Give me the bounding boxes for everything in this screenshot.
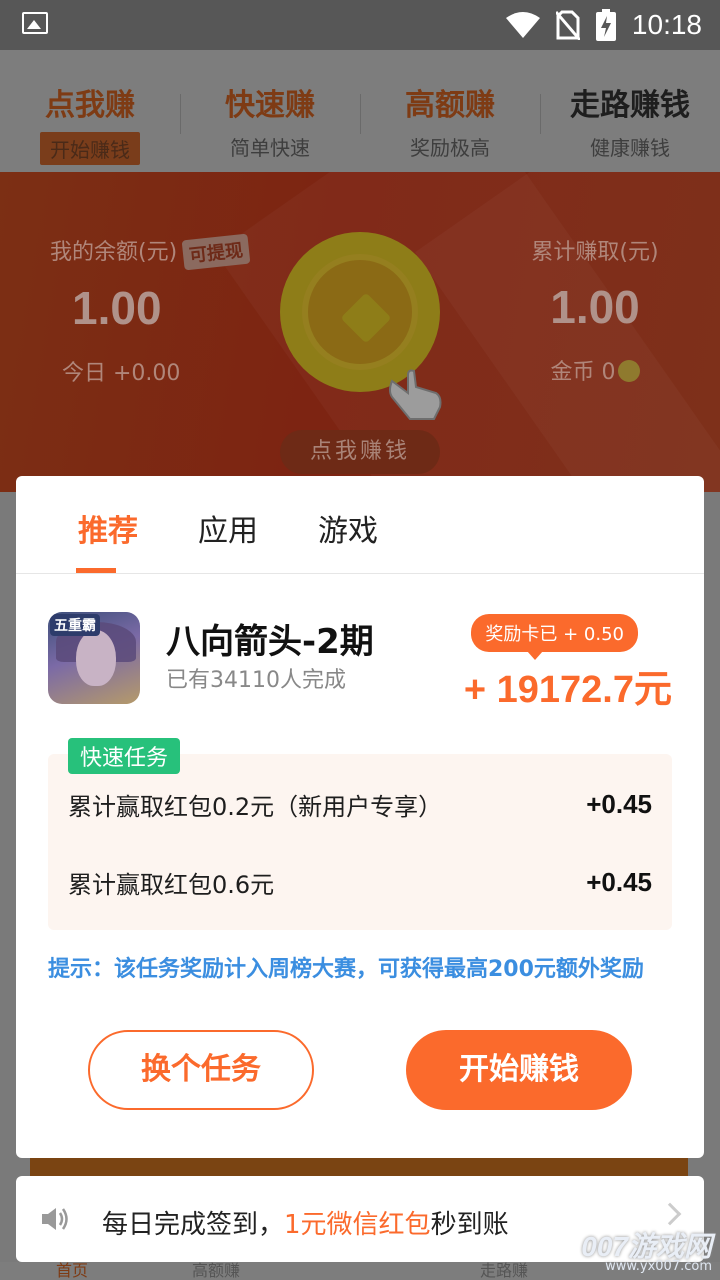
nav-subtitle: 简单快速: [230, 136, 310, 160]
balance-value: 1.00: [72, 282, 162, 334]
pointing-hand-icon: [389, 369, 442, 420]
task-tabs: 推荐 应用 游戏: [16, 476, 704, 574]
notice-text: 每日完成签到，1元微信红包秒到账: [102, 1210, 509, 1240]
total-value: 1.00: [550, 281, 640, 333]
tab-recommended[interactable]: 推荐: [48, 476, 168, 573]
game-app-icon: 五重霸: [48, 612, 140, 704]
speaker-icon: [42, 1208, 68, 1230]
quick-task-value: +0.45: [586, 788, 652, 819]
nav-title: 快速赚: [225, 88, 315, 123]
earnings-banner: 我的余额(元) 可提现 1.00 今日 +0.00 点我赚钱 累计赚取(元) 1.…: [0, 172, 720, 492]
image-notification-icon: [22, 12, 48, 34]
reward-amount: + 19172.7元: [463, 669, 672, 711]
balance-column: 我的余额(元) 可提现 1.00 今日 +0.00: [50, 233, 265, 387]
quick-tasks-badge: 快速任务: [68, 738, 181, 774]
bottom-nav-home[interactable]: 首页: [0, 1262, 144, 1280]
quick-task-value: +0.45: [586, 866, 652, 897]
quick-task-row: 累计赢取红包0.2元（新用户专享） +0.45: [68, 784, 652, 824]
nav-item-gao-e-zhuan[interactable]: 高额赚 奖励极高: [360, 50, 540, 172]
quick-task-row: 累计赢取红包0.6元 +0.45: [68, 862, 652, 902]
task-card[interactable]: 五重霸 八向箭头-2期 已有34110人完成 奖励卡已 + 0.50 + 191…: [16, 574, 704, 724]
start-earning-button[interactable]: 开始赚钱: [406, 1030, 632, 1110]
task-title: 八向箭头-2期: [166, 622, 374, 662]
battery-charging-icon: [595, 9, 616, 41]
quick-task-label: 累计赢取红包0.2元（新用户专享）: [68, 792, 443, 821]
nav-subtitle: 健康赚钱: [590, 136, 670, 160]
quick-tasks-box: 快速任务 累计赢取红包0.2元（新用户专享） +0.45 累计赢取红包0.6元 …: [48, 738, 672, 930]
gold-coin-icon: [617, 360, 640, 382]
total-label: 累计赚取(元): [531, 240, 659, 265]
switch-task-button[interactable]: 换个任务: [88, 1030, 314, 1110]
notice-highlight: 1元微信红包: [284, 1210, 431, 1240]
task-dialog: 推荐 应用 游戏 五重霸 八向箭头-2期 已有34110人完成 奖励卡已 + 0…: [16, 476, 704, 1158]
nav-title: 点我赚: [45, 88, 135, 123]
tab-apps[interactable]: 应用: [168, 476, 288, 573]
bottom-nav-center[interactable]: [288, 1262, 432, 1280]
no-sim-icon: [555, 10, 580, 40]
bottom-nav-high-earn[interactable]: 高额赚: [144, 1262, 288, 1280]
nav-item-kuai-su-zhuan[interactable]: 快速赚 简单快速: [180, 50, 360, 172]
reward-card-badge: 奖励卡已 + 0.50: [471, 614, 638, 660]
nav-item-zou-lu-zhuan-qian[interactable]: 走路赚钱 健康赚钱: [540, 50, 720, 172]
nav-subtitle: 奖励极高: [410, 136, 490, 160]
coin-count: 金币 0: [550, 360, 616, 385]
today-earnings: 今日 +0.00: [62, 361, 181, 386]
coin-icon: [302, 254, 418, 370]
banner-peek: [30, 1158, 688, 1178]
quick-task-label: 累计赢取红包0.6元: [68, 870, 275, 899]
top-nav: 点我赚 开始赚钱 快速赚 简单快速 高额赚 奖励极高 走路赚钱 健康赚钱: [0, 50, 720, 172]
completion-count: 已有34110人完成: [166, 668, 346, 693]
withdraw-badge[interactable]: 可提现: [181, 233, 251, 271]
nav-title: 高额赚: [405, 88, 495, 123]
tip-text: 提示：该任务奖励计入周榜大赛，可获得最高200元额外奖励: [48, 957, 644, 982]
tab-games[interactable]: 游戏: [288, 476, 408, 573]
game-icon-tag: 五重霸: [50, 614, 100, 636]
nav-title: 走路赚钱: [570, 88, 690, 123]
earn-now-pill[interactable]: 点我赚钱: [280, 430, 440, 474]
status-bar: 10:18: [0, 0, 720, 50]
bottom-nav-walk-earn[interactable]: 走路赚: [432, 1262, 576, 1280]
watermark: 007游戏网 www.yx007.com: [581, 1225, 712, 1274]
clock: 10:18: [631, 9, 702, 40]
nav-item-dian-wo-zhuan[interactable]: 点我赚 开始赚钱: [0, 50, 180, 172]
nav-subtitle: 开始赚钱: [40, 132, 140, 165]
chevron-right-icon: [658, 1202, 682, 1226]
total-column: 累计赚取(元) 1.00 金币 0: [520, 234, 670, 386]
wifi-icon: [505, 12, 540, 38]
balance-label: 我的余额(元): [50, 240, 178, 265]
